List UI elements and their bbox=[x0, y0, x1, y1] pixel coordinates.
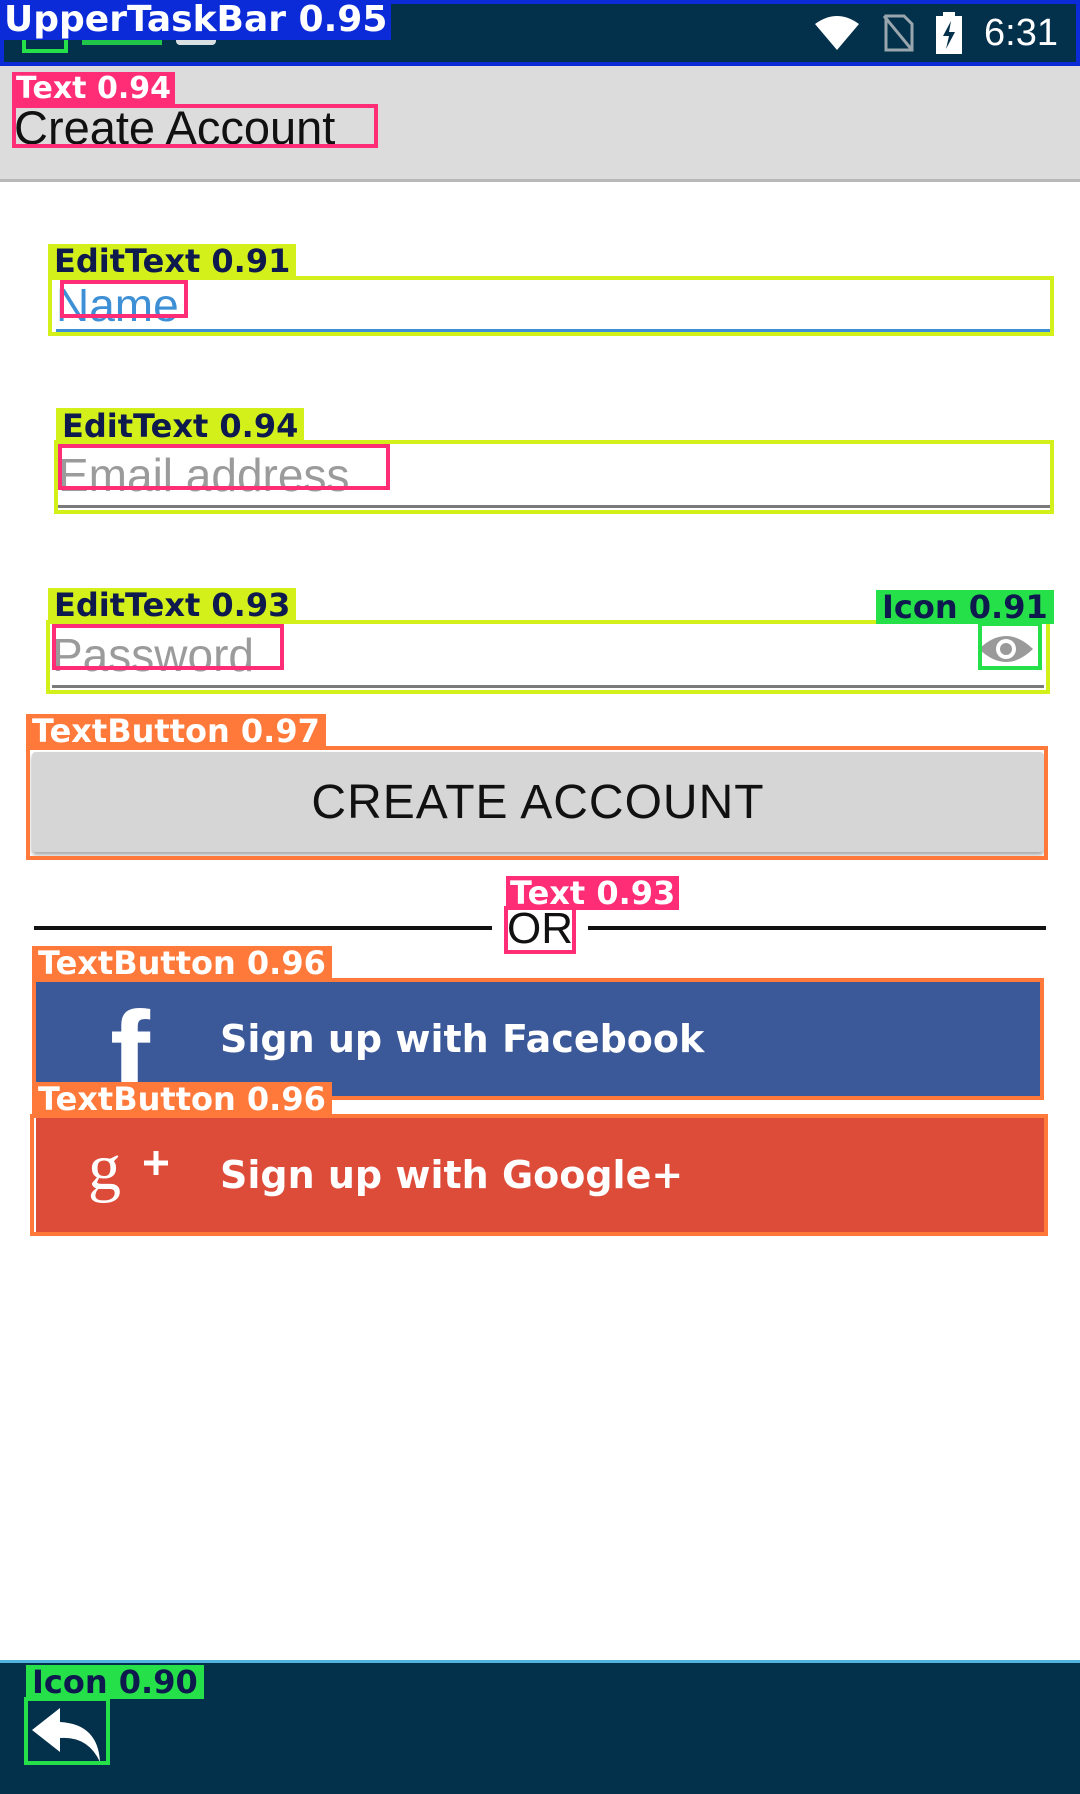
google-plus-signup-button[interactable]: g Sign up with Google+ bbox=[36, 1116, 1044, 1234]
no-sim-icon bbox=[882, 14, 914, 52]
email-input[interactable] bbox=[58, 442, 1050, 508]
detection-label: Icon 0.90 bbox=[26, 1665, 204, 1699]
facebook-icon: f bbox=[110, 987, 150, 1121]
detection-label: EditText 0.91 bbox=[48, 244, 297, 278]
svg-text:g: g bbox=[88, 1133, 121, 1204]
back-arrow-icon[interactable] bbox=[24, 1699, 110, 1769]
password-input[interactable] bbox=[52, 622, 1044, 688]
wifi-icon bbox=[815, 16, 860, 50]
detection-label: TextButton 0.96 bbox=[32, 946, 332, 980]
password-field[interactable] bbox=[52, 622, 1044, 688]
detection-label: UpperTaskBar 0.95 bbox=[0, 0, 392, 40]
name-field[interactable] bbox=[56, 278, 1050, 332]
status-time: 6:31 bbox=[984, 11, 1058, 54]
divider-left-line bbox=[34, 926, 492, 930]
google-plus-icon: g bbox=[80, 1130, 180, 1220]
status-icons: 6:31 bbox=[814, 8, 1058, 58]
detection-label: EditText 0.93 bbox=[48, 588, 297, 622]
detection-label: EditText 0.94 bbox=[56, 408, 305, 444]
detection-label: TextButton 0.96 bbox=[32, 1082, 332, 1116]
eye-icon[interactable] bbox=[976, 628, 1036, 670]
detection-label: Text 0.93 bbox=[506, 876, 680, 910]
battery-charging-icon bbox=[936, 12, 963, 54]
name-underline bbox=[56, 329, 1050, 332]
detection-label: Text 0.94 bbox=[12, 72, 175, 106]
detection-label: TextButton 0.97 bbox=[26, 714, 326, 748]
name-input[interactable] bbox=[56, 278, 1050, 332]
create-account-button[interactable]: CREATE ACCOUNT bbox=[32, 752, 1044, 852]
detection-label: Icon 0.91 bbox=[876, 590, 1054, 624]
bottom-bar: Icon 0.90 bbox=[0, 1660, 1080, 1794]
email-underline bbox=[58, 505, 1050, 508]
divider-right-line bbox=[588, 926, 1046, 930]
status-bar: 6:31 UpperTaskBar 0.95 bbox=[0, 0, 1080, 66]
email-field[interactable] bbox=[58, 442, 1050, 508]
page-title: Create Account bbox=[14, 101, 336, 154]
password-underline bbox=[52, 685, 1044, 688]
google-plus-signup-label: Sign up with Google+ bbox=[220, 1153, 684, 1197]
